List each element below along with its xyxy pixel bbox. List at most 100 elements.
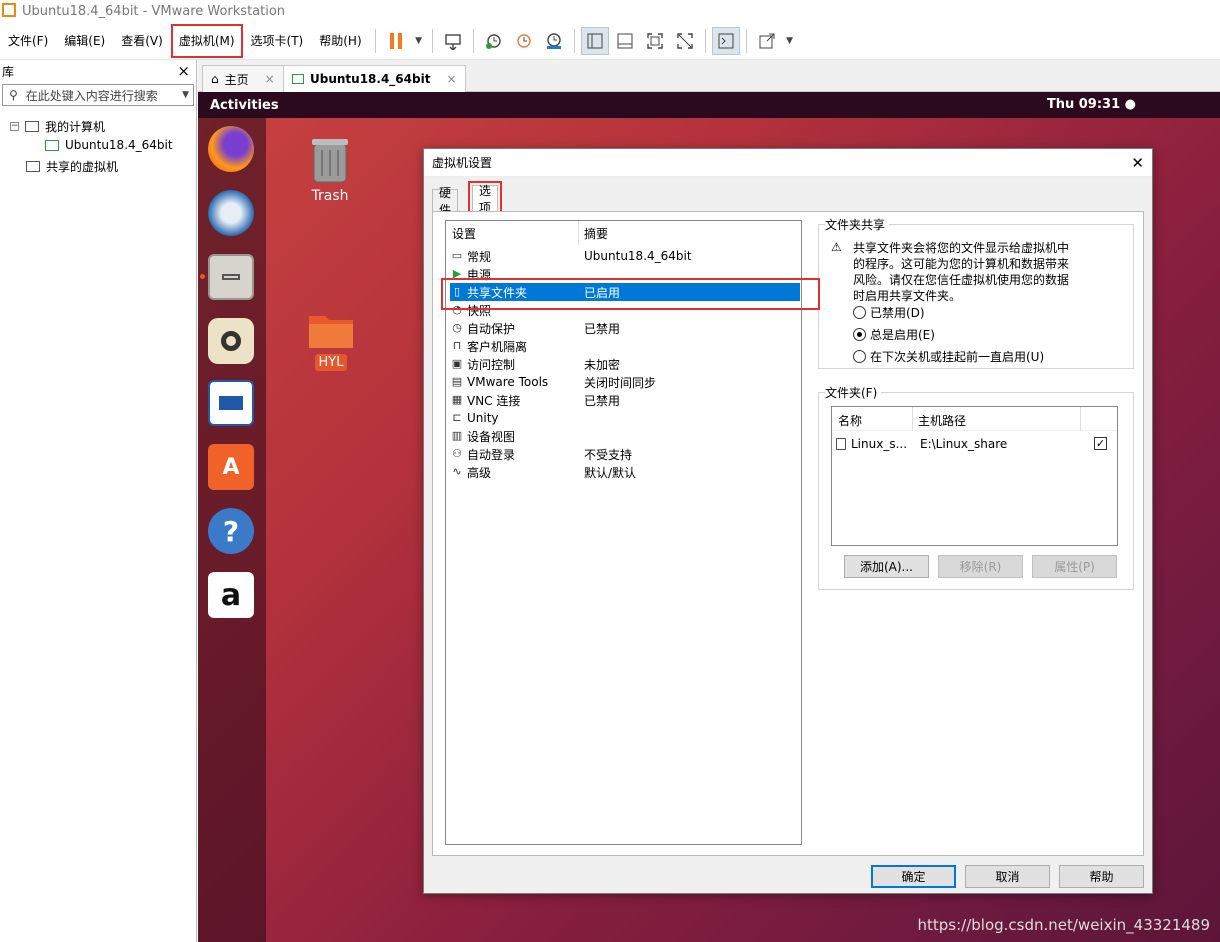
- libreoffice-writer-icon[interactable]: [208, 380, 254, 426]
- tree-label: 我的计算机: [45, 120, 106, 134]
- tab-close-icon[interactable]: ×: [446, 72, 456, 86]
- tab-ubuntu[interactable]: Ubuntu18.4_64bit ×: [283, 65, 466, 92]
- unity-icon[interactable]: [671, 27, 699, 55]
- shared-folder-icon: [836, 438, 846, 450]
- library-search-input[interactable]: ⚲ 在此处键入内容进行搜索 ▼: [2, 84, 194, 106]
- tab-options[interactable]: 选项: [467, 181, 503, 216]
- console-icon[interactable]: [711, 26, 740, 55]
- settings-row-device-view[interactable]: ▥ 设备视图: [450, 427, 800, 445]
- radio-button[interactable]: [853, 350, 866, 363]
- firefox-icon[interactable]: [208, 126, 254, 172]
- menu-edit[interactable]: 编辑(E): [56, 22, 113, 59]
- radio-disabled[interactable]: 已禁用(D): [853, 304, 925, 321]
- library-view-icon[interactable]: [580, 26, 609, 55]
- pause-icon[interactable]: [382, 27, 410, 55]
- ok-button[interactable]: 确定: [871, 865, 956, 888]
- tab-home[interactable]: ⌂ 主页 ×: [202, 65, 284, 92]
- folder-row[interactable]: Linux_s... E:\Linux_share ✓: [836, 435, 1115, 453]
- library-header: 库 ×: [0, 60, 196, 82]
- stretch-icon[interactable]: [753, 27, 781, 55]
- amazon-icon[interactable]: a: [208, 572, 254, 618]
- col-path[interactable]: 主机路径: [918, 412, 966, 429]
- collapse-icon[interactable]: −: [10, 122, 19, 131]
- revert-snapshot-icon[interactable]: [510, 27, 538, 55]
- settings-row-advanced[interactable]: ∿ 高级 默认/默认: [450, 463, 800, 481]
- rhythmbox-icon[interactable]: [208, 318, 254, 364]
- folder-list-header: [832, 407, 1117, 431]
- menu-tabs[interactable]: 选项卡(T): [243, 22, 312, 59]
- radio-always[interactable]: 总是启用(E): [853, 326, 935, 343]
- tree-item-vm[interactable]: Ubuntu18.4_64bit: [45, 138, 173, 152]
- snapshot-icon[interactable]: [480, 27, 508, 55]
- activities-button[interactable]: Activities: [210, 98, 279, 113]
- settings-row-autologin[interactable]: ⚇ 自动登录 不受支持: [450, 445, 800, 463]
- setting-name: 自动保护: [467, 321, 516, 336]
- column-separator: [1080, 407, 1081, 431]
- settings-row-vmware-tools[interactable]: ▤ VMware Tools 关闭时间同步: [450, 373, 800, 391]
- setting-name: 常规: [467, 249, 492, 264]
- column-separator: [912, 407, 913, 431]
- unity-icon: ⊏: [452, 411, 462, 424]
- stretch-dropdown-icon[interactable]: ▼: [783, 27, 797, 55]
- hyl-folder-desktop-icon[interactable]: HYL: [306, 310, 356, 371]
- setting-name: 客户机隔离: [467, 339, 528, 354]
- tab-hardware[interactable]: 硬件: [432, 186, 459, 217]
- warning-line: 共享文件夹会将您的文件显示给虚拟机中: [853, 241, 1070, 255]
- settings-row-access-control[interactable]: ▣ 访问控制 未加密: [450, 355, 800, 373]
- menu-view[interactable]: 查看(V): [113, 22, 171, 59]
- settings-row-unity[interactable]: ⊏ Unity: [450, 409, 800, 427]
- settings-row-isolation[interactable]: ⊓ 客户机隔离: [450, 337, 800, 355]
- tree-item-shared-vms[interactable]: 共享的虚拟机: [26, 158, 118, 175]
- search-icon: ⚲: [9, 88, 18, 102]
- radio-label: 在下次关机或挂起前一直启用(U): [870, 350, 1045, 364]
- setting-name: 自动登录: [467, 447, 516, 462]
- menu-file[interactable]: 文件(F): [0, 22, 56, 59]
- pause-dropdown-icon[interactable]: ▼: [412, 27, 426, 55]
- settings-row-autoprotect[interactable]: ◷ 自动保护 已禁用: [450, 319, 800, 337]
- thunderbird-icon[interactable]: [208, 190, 254, 236]
- cancel-button[interactable]: 取消: [965, 865, 1050, 888]
- remove-folder-button[interactable]: 移除(R): [938, 555, 1023, 578]
- trash-desktop-icon[interactable]: Trash: [302, 136, 358, 204]
- folder-enabled-checkbox[interactable]: ✓: [1094, 437, 1107, 450]
- clock[interactable]: Thu 09:31 ●: [1047, 97, 1136, 112]
- tree-label: Ubuntu18.4_64bit: [65, 138, 173, 152]
- col-summary[interactable]: 摘要: [584, 221, 608, 245]
- thumbnail-view-icon[interactable]: [611, 27, 639, 55]
- tab-close-icon[interactable]: ×: [265, 72, 275, 86]
- help-button[interactable]: 帮助: [1059, 865, 1144, 888]
- settings-row-general[interactable]: ▭ 常规 Ubuntu18.4_64bit: [450, 247, 800, 265]
- col-name[interactable]: 名称: [838, 412, 862, 429]
- dialog-close-icon[interactable]: ✕: [1131, 154, 1144, 172]
- folder-name: Linux_s...: [851, 437, 908, 451]
- status-dot-icon: ●: [1124, 97, 1136, 112]
- folder-sharing-label: 文件夹共享: [825, 216, 890, 233]
- radio-button[interactable]: [853, 306, 866, 319]
- search-placeholder: 在此处键入内容进行搜索: [25, 88, 158, 103]
- library-close-icon[interactable]: ×: [177, 62, 190, 80]
- shared-vm-icon: [26, 161, 40, 172]
- files-icon[interactable]: [208, 254, 254, 300]
- folders-label: 文件夹(F): [825, 384, 882, 401]
- tree-item-my-computer[interactable]: − 我的计算机: [10, 118, 105, 135]
- folder-list[interactable]: 名称 主机路径 Linux_s... E:\Linux_share ✓: [831, 406, 1118, 546]
- send-keys-icon[interactable]: [439, 27, 467, 55]
- manage-snapshots-icon[interactable]: [540, 27, 568, 55]
- settings-row-vnc[interactable]: ▦ VNC 连接 已禁用: [450, 391, 800, 409]
- fullscreen-icon[interactable]: [641, 27, 669, 55]
- radio-until-off[interactable]: 在下次关机或挂起前一直启用(U): [853, 348, 1044, 365]
- advanced-icon: ∿: [452, 465, 462, 478]
- add-folder-button[interactable]: 添加(A)...: [844, 555, 929, 578]
- radio-button[interactable]: [853, 328, 866, 341]
- help-icon[interactable]: ?: [208, 508, 254, 554]
- vmware-tools-icon: ▤: [451, 375, 463, 388]
- home-icon: ⌂: [211, 72, 219, 86]
- menu-vm[interactable]: 虚拟机(M): [170, 23, 243, 58]
- gnome-dock: A ? a: [198, 118, 266, 942]
- col-setting[interactable]: 设置: [452, 221, 476, 245]
- settings-list[interactable]: 设置 摘要 ▭ 常规 Ubuntu18.4_64bit ▶ 电源 ▯ 共享文件夹 已启用 ◔ 快照…: [445, 220, 802, 845]
- search-dropdown-icon[interactable]: ▼: [182, 90, 189, 100]
- menu-help[interactable]: 帮助(H): [311, 22, 369, 59]
- software-center-icon[interactable]: A: [208, 444, 254, 490]
- folder-properties-button[interactable]: 属性(P): [1032, 555, 1117, 578]
